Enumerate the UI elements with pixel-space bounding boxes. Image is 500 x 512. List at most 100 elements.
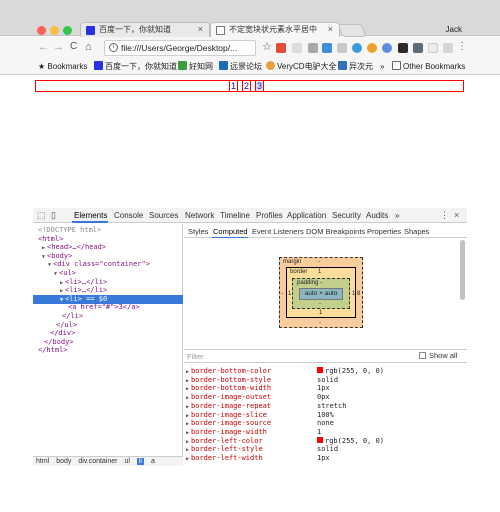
- info-icon[interactable]: i: [109, 43, 118, 52]
- page-link[interactable]: 1: [231, 81, 236, 91]
- expand-arrow-icon[interactable]: ▼: [60, 297, 63, 303]
- computed-property-name[interactable]: ▶ border-left-width: [186, 454, 263, 463]
- extension-icon[interactable]: [276, 43, 286, 53]
- breadcrumb-item[interactable]: ul: [124, 458, 129, 465]
- devtools-tab-timeline[interactable]: Timeline: [220, 210, 250, 221]
- expand-arrow-icon[interactable]: ▶: [186, 378, 189, 384]
- computed-property-name[interactable]: ▶ border-image-slice: [186, 411, 267, 420]
- expand-arrow-icon[interactable]: ▶: [60, 288, 63, 294]
- devtools-tab-sources[interactable]: Sources: [149, 210, 178, 221]
- expand-arrow-icon[interactable]: ▶: [186, 430, 189, 436]
- devtools-menu-icon[interactable]: ⋮: [440, 210, 449, 221]
- devtools-tab-application[interactable]: Application: [287, 210, 326, 221]
- expand-arrow-icon[interactable]: ▶: [186, 413, 189, 419]
- extension-icon[interactable]: [428, 43, 438, 53]
- expand-arrow-icon[interactable]: ▼: [54, 271, 57, 277]
- devtools-tab-profiles[interactable]: Profiles: [256, 210, 283, 221]
- expand-arrow-icon[interactable]: ▶: [186, 439, 189, 445]
- scrollbar[interactable]: [460, 240, 465, 300]
- back-arrow-icon[interactable]: ←: [38, 40, 49, 54]
- bookmark-item[interactable]: 百度一下，你就知道: [94, 61, 177, 72]
- home-icon[interactable]: ⌂: [85, 40, 92, 54]
- expand-arrow-icon[interactable]: ▶: [186, 369, 189, 375]
- tab-shapes[interactable]: Shapes: [404, 227, 429, 237]
- tab-baidu[interactable]: 百度一下，你就知道 ×: [80, 22, 210, 37]
- reload-icon[interactable]: C: [70, 40, 77, 54]
- extension-icon[interactable]: [322, 43, 332, 53]
- inspect-icon[interactable]: ⬚: [37, 210, 46, 221]
- extension-icon[interactable]: [382, 43, 392, 53]
- expand-arrow-icon[interactable]: ▶: [186, 421, 189, 427]
- breadcrumb-item[interactable]: html: [36, 458, 49, 465]
- forward-arrow-icon[interactable]: →: [53, 40, 64, 54]
- tab-close-icon[interactable]: ×: [328, 23, 333, 36]
- filter-input[interactable]: Filter: [187, 352, 204, 361]
- bookmark-star-icon[interactable]: ☆: [262, 40, 272, 53]
- tab-close-icon[interactable]: ×: [198, 23, 203, 36]
- devtools-tab-security[interactable]: Security: [332, 210, 361, 221]
- expand-arrow-icon[interactable]: ▶: [42, 245, 45, 251]
- devtools-tab-console[interactable]: Console: [114, 210, 143, 221]
- devtools-tab-elements[interactable]: Elements: [74, 210, 107, 221]
- device-toggle-icon[interactable]: ▯: [51, 210, 56, 221]
- bookmark-item[interactable]: 远景论坛: [219, 61, 262, 72]
- expand-arrow-icon[interactable]: ▼: [48, 262, 51, 268]
- extension-icon[interactable]: [308, 43, 318, 53]
- extension-icon[interactable]: [352, 43, 362, 53]
- extension-icon[interactable]: [337, 43, 347, 53]
- tab-dom-breakpoints[interactable]: DOM Breakpoints: [306, 227, 365, 237]
- bookmarks-overflow[interactable]: »: [380, 61, 384, 72]
- color-swatch-icon[interactable]: [317, 436, 323, 443]
- checkbox-icon[interactable]: [419, 352, 426, 359]
- tab-active-page[interactable]: 不定宽块状元素水平居中 ×: [210, 22, 340, 37]
- expand-arrow-icon[interactable]: ▶: [60, 280, 63, 286]
- computed-property-name[interactable]: ▶ border-image-repeat: [186, 402, 271, 411]
- address-bar[interactable]: i file:///Users/George/Desktop/...: [104, 40, 256, 56]
- bookmark-item[interactable]: 好知网: [178, 61, 213, 72]
- profile-name[interactable]: Jack: [446, 25, 462, 34]
- menu-icon[interactable]: ⋮: [457, 40, 467, 54]
- computed-property-name[interactable]: ▶ border-image-outset: [186, 393, 271, 402]
- bookmark-item[interactable]: 异次元: [338, 61, 373, 72]
- breadcrumb-item[interactable]: body: [56, 458, 71, 465]
- breadcrumb-item-selected[interactable]: li: [136, 458, 144, 465]
- new-tab-button[interactable]: [337, 24, 367, 37]
- devtools-tab-network[interactable]: Network: [185, 210, 214, 221]
- tab-event-listeners[interactable]: Event Listeners: [252, 227, 304, 237]
- devtools-close-icon[interactable]: ×: [454, 210, 459, 221]
- expand-arrow-icon[interactable]: ▼: [42, 254, 45, 260]
- computed-property-name[interactable]: ▶ border-left-style: [186, 445, 263, 454]
- page-link[interactable]: 2: [244, 81, 249, 91]
- extension-icon[interactable]: [413, 43, 423, 53]
- close-window-button[interactable]: [37, 26, 46, 35]
- minimize-window-button[interactable]: [50, 26, 59, 35]
- extension-icon[interactable]: [367, 43, 377, 53]
- expand-arrow-icon[interactable]: ▶: [186, 404, 189, 410]
- filter-extension-icon[interactable]: [443, 43, 453, 53]
- computed-property-name[interactable]: ▶ border-left-color: [186, 437, 263, 446]
- expand-arrow-icon[interactable]: ▶: [186, 395, 189, 401]
- dom-node-line[interactable]: </html>: [36, 346, 68, 356]
- bookmark-folder[interactable]: Other Bookmarks: [392, 61, 465, 72]
- page-link[interactable]: 3: [257, 81, 262, 91]
- tab-styles[interactable]: Styles: [188, 227, 208, 237]
- computed-property-name[interactable]: ▶ border-bottom-width: [186, 384, 271, 393]
- expand-arrow-icon[interactable]: ▶: [186, 386, 189, 392]
- extension-icon[interactable]: [292, 43, 302, 53]
- maximize-window-button[interactable]: [63, 26, 72, 35]
- expand-arrow-icon[interactable]: ▶: [186, 456, 189, 462]
- tab-computed[interactable]: Computed: [213, 227, 248, 237]
- tab-properties[interactable]: Properties: [367, 227, 401, 237]
- extension-icon[interactable]: [398, 43, 408, 53]
- computed-property-name[interactable]: ▶ border-bottom-style: [186, 376, 271, 385]
- computed-property-name[interactable]: ▶ border-image-source: [186, 419, 271, 428]
- color-swatch-icon[interactable]: [317, 367, 323, 373]
- breadcrumb-item[interactable]: div.container: [78, 458, 117, 465]
- show-all-checkbox[interactable]: Show all: [419, 351, 457, 360]
- computed-property-name[interactable]: ▶ border-bottom-color: [186, 367, 271, 376]
- bookmark-item[interactable]: ★ Bookmarks: [38, 61, 87, 72]
- devtools-tab-audits[interactable]: Audits: [366, 210, 388, 221]
- expand-arrow-icon[interactable]: ▶: [186, 447, 189, 453]
- devtools-tabs-overflow[interactable]: »: [395, 210, 399, 221]
- computed-property-name[interactable]: ▶ border-image-width: [186, 428, 267, 437]
